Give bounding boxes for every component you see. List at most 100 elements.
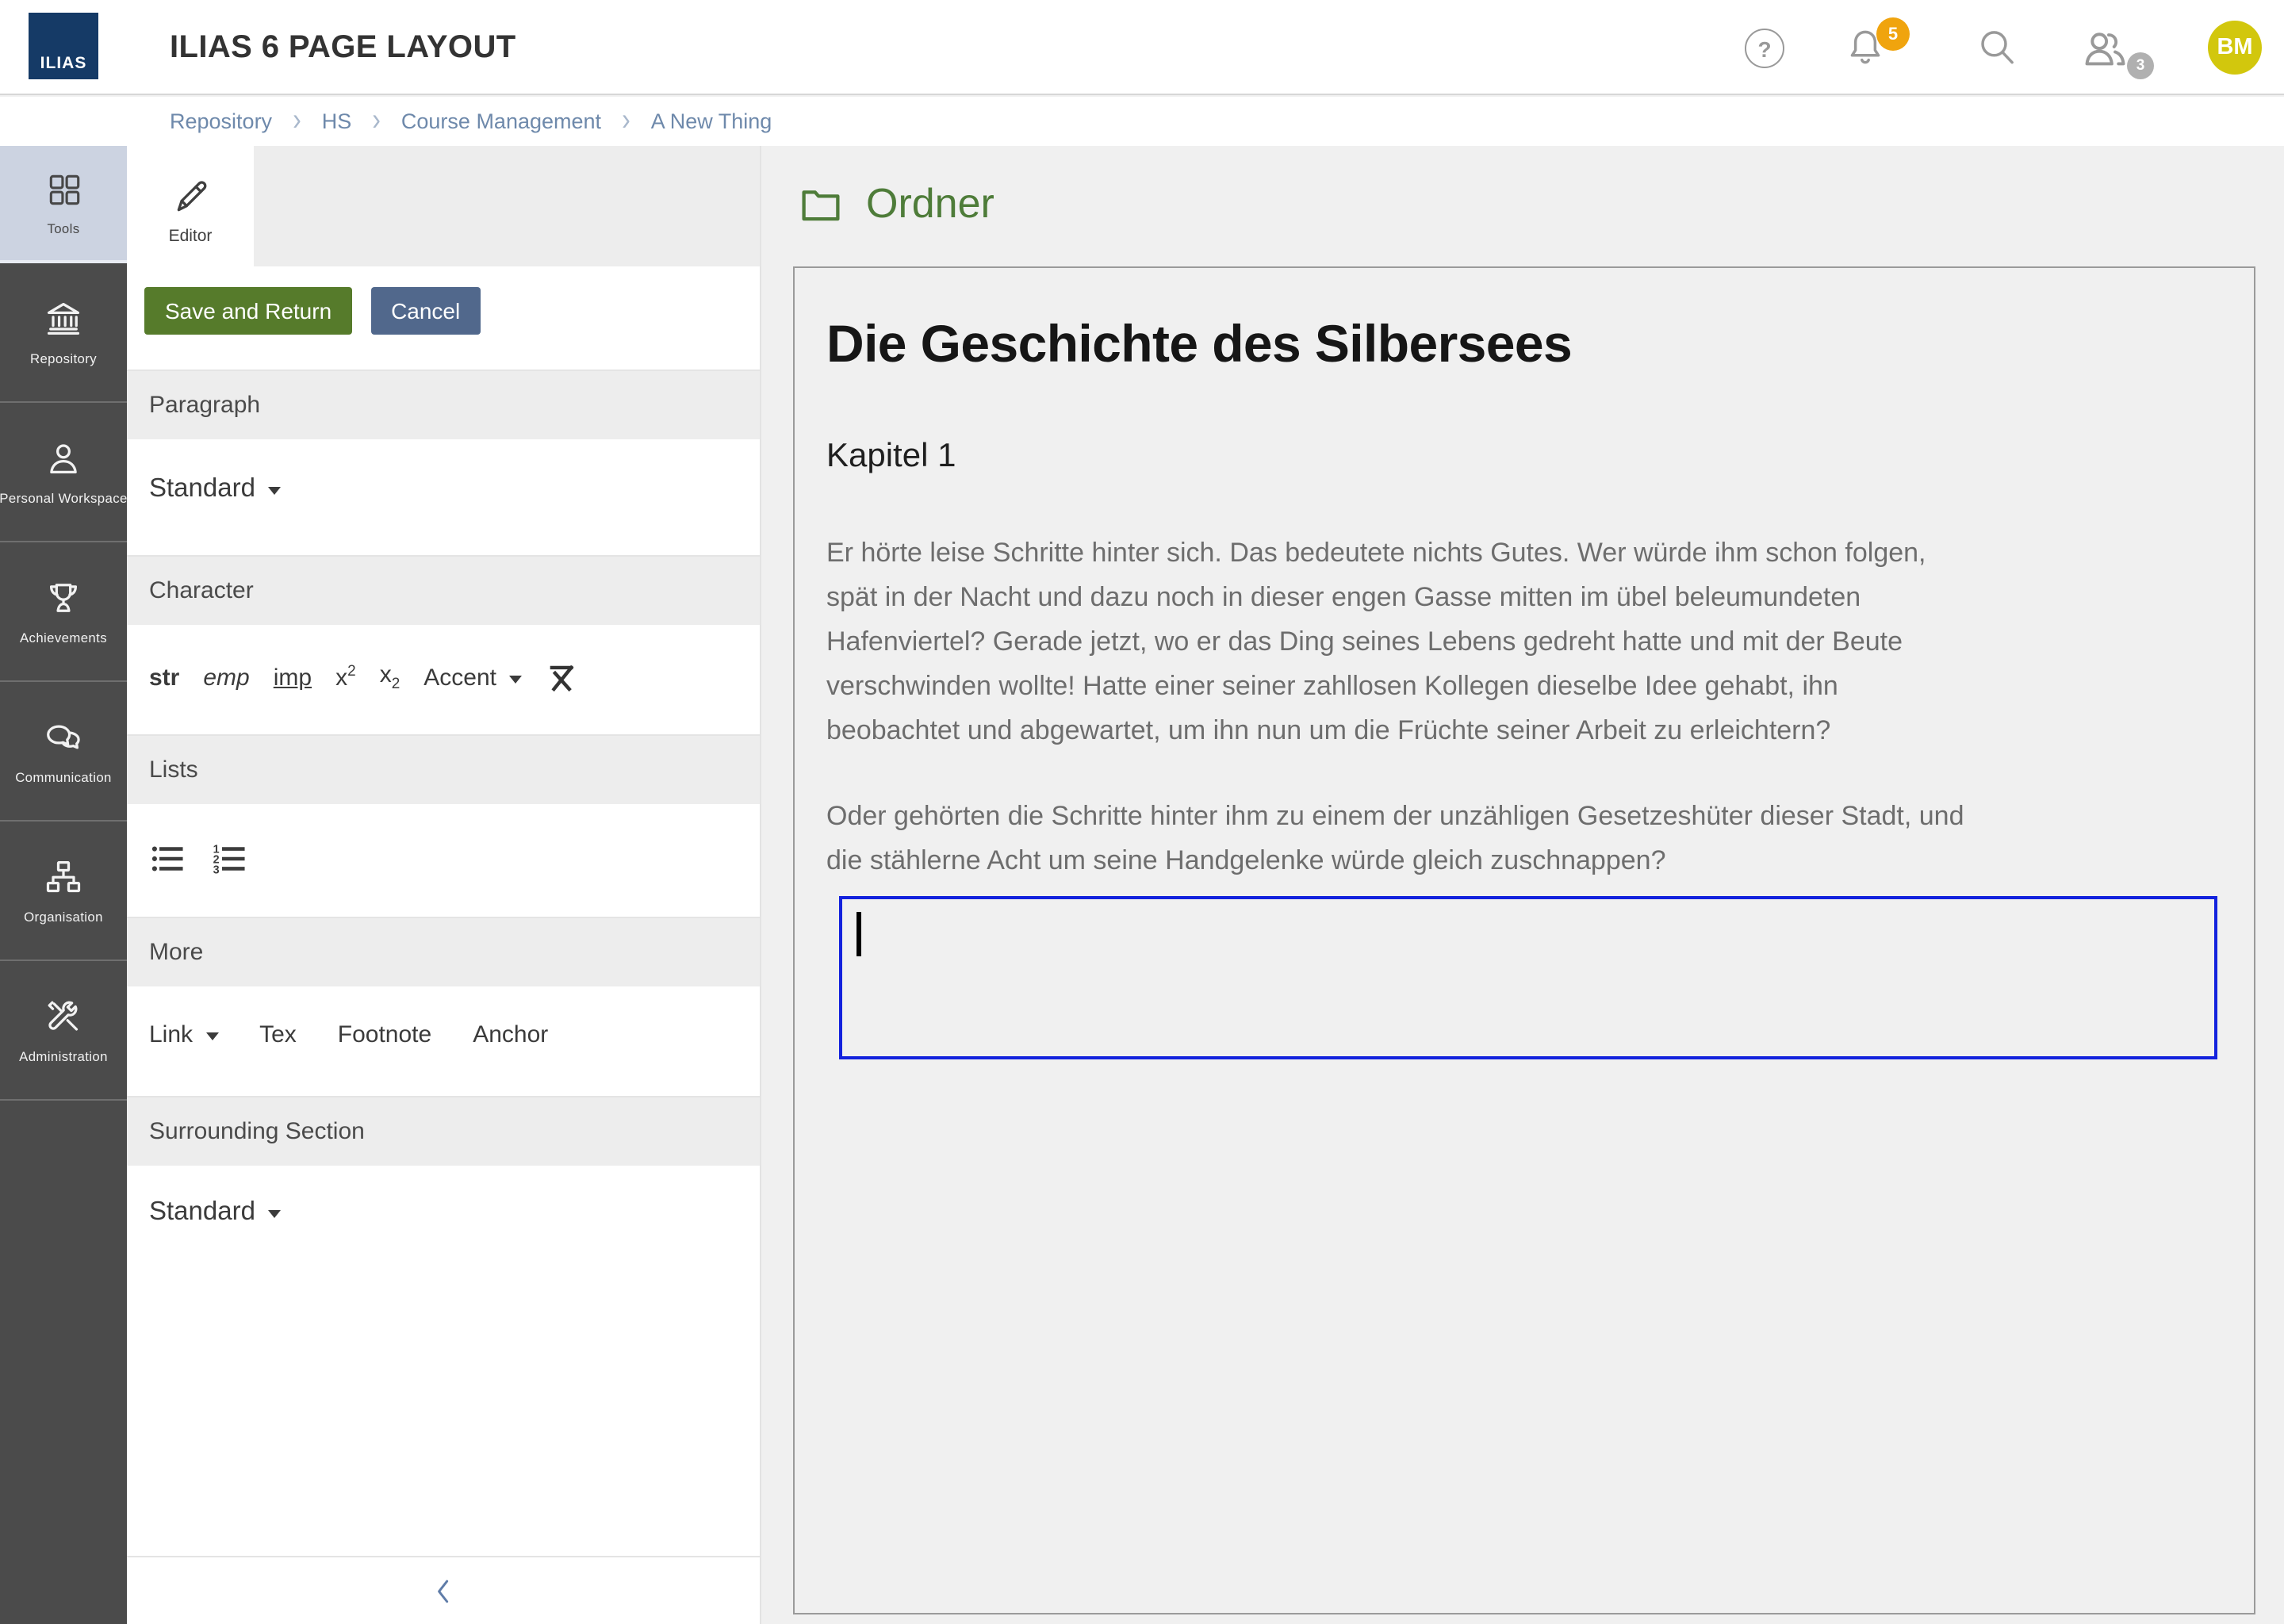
editor-panel: Editor Save and Return Cancel Paragraph …: [127, 146, 761, 1624]
folder-icon: [799, 184, 842, 224]
sidebar-filler: [0, 1101, 127, 1624]
document-title[interactable]: Die Geschichte des Silbersees: [826, 312, 2222, 376]
sidebar-item-achievements[interactable]: Achievements: [0, 542, 127, 682]
breadcrumb: Repository › HS › Course Management › A …: [0, 97, 2284, 146]
sidebar-item-label: Administration: [19, 1048, 108, 1064]
sidebar-item-repository[interactable]: Repository: [0, 263, 127, 403]
sidebar-item-label: Personal Workspace: [0, 490, 128, 506]
numbered-list-button[interactable]: 1 2 3: [211, 841, 247, 877]
collapse-panel-button[interactable]: [127, 1556, 760, 1624]
section-title-more: More: [127, 917, 760, 986]
paragraph-style-block: Standard: [127, 439, 760, 555]
sidebar-item-tools[interactable]: Tools: [0, 146, 127, 263]
surrounding-style-value: Standard: [149, 1197, 255, 1228]
breadcrumb-item-repository[interactable]: Repository: [170, 109, 272, 133]
top-header: ILIAS ILIAS 6 PAGE LAYOUT ? 5: [0, 0, 2284, 95]
panel-tabstrip: Editor: [127, 146, 760, 266]
emphasis-button[interactable]: emp: [203, 664, 249, 691]
accent-dropdown[interactable]: Accent: [423, 664, 522, 691]
link-dropdown[interactable]: Link: [149, 1021, 218, 1048]
breadcrumb-separator: ›: [372, 105, 381, 137]
subscript-button[interactable]: x2: [380, 661, 400, 693]
link-label: Link: [149, 1021, 193, 1048]
text-cursor: [856, 912, 860, 956]
svg-text:3: 3: [213, 864, 220, 876]
clear-format-icon: [546, 661, 579, 694]
chevron-down-icon: [268, 1210, 281, 1218]
numbered-list-icon: 1 2 3: [211, 841, 247, 877]
sidebar-item-administration[interactable]: Administration: [0, 961, 127, 1101]
ilias-app: ILIAS ILIAS 6 PAGE LAYOUT ? 5: [0, 0, 2284, 1624]
save-and-return-button[interactable]: Save and Return: [144, 287, 352, 335]
superscript-button[interactable]: x2: [335, 663, 356, 691]
members-button[interactable]: 3: [2078, 22, 2132, 73]
page-editor-canvas[interactable]: Die Geschichte des Silbersees Kapitel 1 …: [793, 266, 2255, 1614]
paragraph-style-dropdown[interactable]: Standard: [149, 474, 281, 504]
help-button[interactable]: ?: [1745, 29, 1784, 68]
breadcrumb-item-course-management[interactable]: Course Management: [401, 109, 601, 133]
sidebar-item-label: Organisation: [24, 909, 103, 925]
body-columns: Tools Repository Personal Workspace: [0, 146, 2284, 1624]
sidebar-item-label: Achievements: [20, 630, 107, 645]
object-title-row: Ordner: [799, 179, 994, 228]
sidebar-item-personal-workspace[interactable]: Personal Workspace: [0, 403, 127, 542]
strong-button[interactable]: str: [149, 664, 179, 691]
main-content: Ordner Die Geschichte des Silbersees Kap…: [761, 146, 2284, 1624]
section-title-surrounding-section: Surrounding Section: [127, 1096, 760, 1166]
more-toolbar: Link Tex Footnote Anchor: [127, 986, 760, 1096]
surrounding-style-block: Standard: [127, 1166, 760, 1556]
ilias-logo-text: ILIAS: [40, 54, 87, 73]
bullet-list-button[interactable]: [149, 841, 186, 877]
lists-toolbar: 1 2 3: [127, 804, 760, 917]
section-title-lists: Lists: [127, 734, 760, 804]
sidebar-item-label: Communication: [15, 769, 112, 785]
trophy-icon: [43, 577, 84, 619]
ilias-logo[interactable]: ILIAS: [29, 13, 98, 79]
chevron-left-icon: [426, 1572, 461, 1610]
person-icon: [43, 438, 84, 479]
bullet-list-icon: [149, 841, 186, 877]
document-chapter-heading[interactable]: Kapitel 1: [826, 436, 2222, 477]
tex-button[interactable]: Tex: [259, 1021, 297, 1048]
chevron-down-icon: [205, 1032, 218, 1040]
chevron-down-icon: [268, 487, 281, 495]
users-icon: [2078, 22, 2132, 73]
sidebar-item-communication[interactable]: Communication: [0, 682, 127, 822]
breadcrumb-separator: ›: [622, 105, 630, 137]
notification-badge: 5: [1876, 17, 1910, 51]
member-count-badge: 3: [2127, 52, 2154, 79]
character-toolbar: str emp imp x2 x2 Accent: [127, 625, 760, 734]
tab-editor[interactable]: Editor: [127, 146, 254, 266]
pencil-icon: [171, 177, 210, 216]
org-chart-icon: [43, 856, 84, 898]
sidebar-item-organisation[interactable]: Organisation: [0, 822, 127, 961]
footnote-button[interactable]: Footnote: [338, 1021, 431, 1048]
cancel-button[interactable]: Cancel: [370, 287, 481, 335]
crossed-tools-icon: [43, 996, 84, 1037]
editor-actions: Save and Return Cancel: [127, 266, 760, 370]
tab-editor-label: Editor: [169, 226, 213, 245]
section-title-character: Character: [127, 555, 760, 625]
notifications-button[interactable]: 5: [1843, 24, 1891, 75]
breadcrumb-separator: ›: [293, 105, 301, 137]
avatar[interactable]: BM: [2208, 21, 2262, 75]
speech-bubbles-icon: [43, 717, 84, 758]
search-icon: [1975, 25, 2019, 70]
anchor-button[interactable]: Anchor: [473, 1021, 548, 1048]
app-title: ILIAS 6 PAGE LAYOUT: [170, 0, 516, 95]
document-paragraph[interactable]: Er hörte leise Schritte hinter sich. Das…: [826, 531, 2222, 753]
active-paragraph-input[interactable]: [839, 896, 2217, 1059]
repository-icon: [43, 298, 84, 339]
sidebar-item-label: Tools: [47, 220, 79, 236]
tools-grid-icon: [44, 170, 83, 209]
accent-label: Accent: [423, 664, 496, 691]
paragraph-style-value: Standard: [149, 474, 255, 504]
search-button[interactable]: [1975, 25, 2019, 70]
question-mark-icon: ?: [1757, 36, 1771, 61]
document-paragraph[interactable]: Oder gehörten die Schritte hinter ihm zu…: [826, 795, 2222, 883]
breadcrumb-item-a-new-thing[interactable]: A New Thing: [651, 109, 772, 133]
surrounding-style-dropdown[interactable]: Standard: [149, 1197, 281, 1228]
breadcrumb-item-hs[interactable]: HS: [322, 109, 352, 133]
important-button[interactable]: imp: [274, 664, 312, 691]
clear-formatting-button[interactable]: [546, 661, 579, 694]
